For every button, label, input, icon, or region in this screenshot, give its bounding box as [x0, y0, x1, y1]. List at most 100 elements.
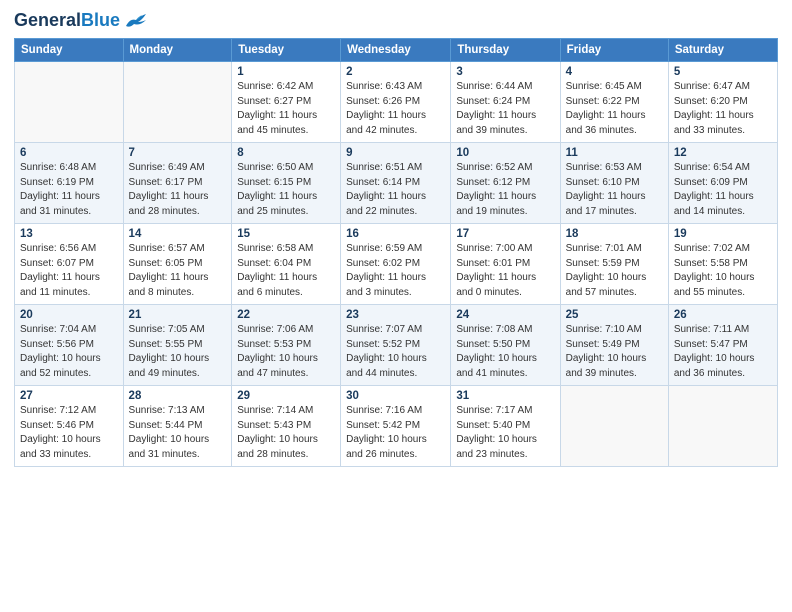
- logo-bird-icon: [122, 10, 150, 32]
- calendar-cell: 29 Sunrise: 7:14 AMSunset: 5:43 PMDayligh…: [232, 386, 341, 467]
- day-info: Sunrise: 7:07 AMSunset: 5:52 PMDaylight:…: [346, 323, 445, 381]
- calendar-cell: 16Sunrise: 6:59 AMSunset: 6:02 PMDayligh…: [341, 224, 451, 305]
- day-info: Sunrise: 6:45 AMSunset: 6:22 PMDaylight:…: [566, 80, 663, 138]
- weekday-header-tuesday: Tuesday: [232, 39, 341, 62]
- calendar-cell: 10 Sunrise: 6:52 AMSunset: 6:12 PMDayligh…: [451, 143, 560, 224]
- day-number: 1: [237, 66, 335, 78]
- day-info: Sunrise: 6:42 AMSunset: 6:27 PMDaylight:…: [237, 80, 335, 138]
- day-info: Sunrise: 7:05 AMSunset: 5:55 PMDaylight:…: [129, 323, 227, 381]
- day-number: 14: [129, 228, 227, 240]
- calendar-cell: 1 Sunrise: 6:42 AMSunset: 6:27 PMDaylight…: [232, 62, 341, 143]
- day-number: 20: [20, 309, 118, 321]
- day-number: 28: [129, 390, 227, 402]
- day-number: 2: [346, 66, 445, 78]
- day-number: 5: [674, 66, 772, 78]
- day-number: 19: [674, 228, 772, 240]
- day-info: Sunrise: 6:50 AMSunset: 6:15 PMDaylight:…: [237, 161, 335, 219]
- day-info: Sunrise: 6:58 AMSunset: 6:04 PMDaylight:…: [237, 242, 335, 300]
- calendar-cell: 22Sunrise: 7:06 AMSunset: 5:53 PMDayligh…: [232, 305, 341, 386]
- day-number: 26: [674, 309, 772, 321]
- day-info: Sunrise: 7:00 AMSunset: 6:01 PMDaylight:…: [456, 242, 554, 300]
- calendar-table: SundayMondayTuesdayWednesdayThursdayFrid…: [14, 38, 778, 467]
- calendar-cell: 5 Sunrise: 6:47 AMSunset: 6:20 PMDaylight…: [668, 62, 777, 143]
- day-number: 15: [237, 228, 335, 240]
- day-info: Sunrise: 7:04 AMSunset: 5:56 PMDaylight:…: [20, 323, 118, 381]
- day-info: Sunrise: 7:06 AMSunset: 5:53 PMDaylight:…: [237, 323, 335, 381]
- day-number: 4: [566, 66, 663, 78]
- day-info: Sunrise: 7:01 AMSunset: 5:59 PMDaylight:…: [566, 242, 663, 300]
- day-info: Sunrise: 6:52 AMSunset: 6:12 PMDaylight:…: [456, 161, 554, 219]
- weekday-header-row: SundayMondayTuesdayWednesdayThursdayFrid…: [15, 39, 778, 62]
- calendar-cell: 23 Sunrise: 7:07 AMSunset: 5:52 PMDayligh…: [341, 305, 451, 386]
- calendar-cell: 12Sunrise: 6:54 AMSunset: 6:09 PMDayligh…: [668, 143, 777, 224]
- calendar-cell: 13Sunrise: 6:56 AMSunset: 6:07 PMDayligh…: [15, 224, 124, 305]
- calendar-cell: 31 Sunrise: 7:17 AMSunset: 5:40 PMDayligh…: [451, 386, 560, 467]
- calendar-cell: 2 Sunrise: 6:43 AMSunset: 6:26 PMDaylight…: [341, 62, 451, 143]
- page: GeneralBlue SundayMondayTuesdayWednesday…: [0, 0, 792, 612]
- calendar-cell: 8 Sunrise: 6:50 AMSunset: 6:15 PMDaylight…: [232, 143, 341, 224]
- day-info: Sunrise: 6:49 AMSunset: 6:17 PMDaylight:…: [129, 161, 227, 219]
- day-number: 17: [456, 228, 554, 240]
- calendar-cell: 26 Sunrise: 7:11 AMSunset: 5:47 PMDayligh…: [668, 305, 777, 386]
- day-info: Sunrise: 7:10 AMSunset: 5:49 PMDaylight:…: [566, 323, 663, 381]
- day-info: Sunrise: 7:16 AMSunset: 5:42 PMDaylight:…: [346, 404, 445, 462]
- week-row-4: 20 Sunrise: 7:04 AMSunset: 5:56 PMDayligh…: [15, 305, 778, 386]
- calendar-cell: [668, 386, 777, 467]
- week-row-3: 13Sunrise: 6:56 AMSunset: 6:07 PMDayligh…: [15, 224, 778, 305]
- day-info: Sunrise: 6:56 AMSunset: 6:07 PMDaylight:…: [20, 242, 118, 300]
- logo-text: GeneralBlue: [14, 11, 120, 31]
- day-info: Sunrise: 6:48 AMSunset: 6:19 PMDaylight:…: [20, 161, 118, 219]
- calendar-cell: 3 Sunrise: 6:44 AMSunset: 6:24 PMDaylight…: [451, 62, 560, 143]
- day-number: 30: [346, 390, 445, 402]
- calendar-cell: 20 Sunrise: 7:04 AMSunset: 5:56 PMDayligh…: [15, 305, 124, 386]
- calendar-cell: 14Sunrise: 6:57 AMSunset: 6:05 PMDayligh…: [123, 224, 232, 305]
- day-number: 8: [237, 147, 335, 159]
- day-number: 29: [237, 390, 335, 402]
- calendar-cell: 27Sunrise: 7:12 AMSunset: 5:46 PMDayligh…: [15, 386, 124, 467]
- calendar-cell: 17 Sunrise: 7:00 AMSunset: 6:01 PMDayligh…: [451, 224, 560, 305]
- day-number: 21: [129, 309, 227, 321]
- day-number: 3: [456, 66, 554, 78]
- day-number: 16: [346, 228, 445, 240]
- day-number: 18: [566, 228, 663, 240]
- calendar-cell: 25 Sunrise: 7:10 AMSunset: 5:49 PMDayligh…: [560, 305, 668, 386]
- calendar-cell: 9 Sunrise: 6:51 AMSunset: 6:14 PMDaylight…: [341, 143, 451, 224]
- weekday-header-saturday: Saturday: [668, 39, 777, 62]
- weekday-header-thursday: Thursday: [451, 39, 560, 62]
- weekday-header-sunday: Sunday: [15, 39, 124, 62]
- day-number: 24: [456, 309, 554, 321]
- calendar-cell: 15 Sunrise: 6:58 AMSunset: 6:04 PMDayligh…: [232, 224, 341, 305]
- calendar-cell: 11 Sunrise: 6:53 AMSunset: 6:10 PMDayligh…: [560, 143, 668, 224]
- day-info: Sunrise: 7:08 AMSunset: 5:50 PMDaylight:…: [456, 323, 554, 381]
- day-number: 10: [456, 147, 554, 159]
- day-number: 6: [20, 147, 118, 159]
- day-info: Sunrise: 6:51 AMSunset: 6:14 PMDaylight:…: [346, 161, 445, 219]
- day-number: 7: [129, 147, 227, 159]
- day-info: Sunrise: 7:17 AMSunset: 5:40 PMDaylight:…: [456, 404, 554, 462]
- day-info: Sunrise: 6:43 AMSunset: 6:26 PMDaylight:…: [346, 80, 445, 138]
- week-row-5: 27Sunrise: 7:12 AMSunset: 5:46 PMDayligh…: [15, 386, 778, 467]
- day-number: 25: [566, 309, 663, 321]
- day-info: Sunrise: 6:47 AMSunset: 6:20 PMDaylight:…: [674, 80, 772, 138]
- calendar-cell: 18 Sunrise: 7:01 AMSunset: 5:59 PMDayligh…: [560, 224, 668, 305]
- calendar-cell: 30 Sunrise: 7:16 AMSunset: 5:42 PMDayligh…: [341, 386, 451, 467]
- day-info: Sunrise: 6:44 AMSunset: 6:24 PMDaylight:…: [456, 80, 554, 138]
- weekday-header-wednesday: Wednesday: [341, 39, 451, 62]
- day-info: Sunrise: 6:53 AMSunset: 6:10 PMDaylight:…: [566, 161, 663, 219]
- day-number: 9: [346, 147, 445, 159]
- calendar-cell: 19Sunrise: 7:02 AMSunset: 5:58 PMDayligh…: [668, 224, 777, 305]
- day-number: 27: [20, 390, 118, 402]
- calendar-cell: [123, 62, 232, 143]
- weekday-header-friday: Friday: [560, 39, 668, 62]
- day-number: 23: [346, 309, 445, 321]
- week-row-1: 1 Sunrise: 6:42 AMSunset: 6:27 PMDaylight…: [15, 62, 778, 143]
- day-number: 11: [566, 147, 663, 159]
- day-info: Sunrise: 7:14 AMSunset: 5:43 PMDaylight:…: [237, 404, 335, 462]
- calendar-cell: 6 Sunrise: 6:48 AMSunset: 6:19 PMDaylight…: [15, 143, 124, 224]
- week-row-2: 6 Sunrise: 6:48 AMSunset: 6:19 PMDaylight…: [15, 143, 778, 224]
- day-info: Sunrise: 7:11 AMSunset: 5:47 PMDaylight:…: [674, 323, 772, 381]
- day-number: 31: [456, 390, 554, 402]
- calendar-cell: [15, 62, 124, 143]
- calendar-cell: 28Sunrise: 7:13 AMSunset: 5:44 PMDayligh…: [123, 386, 232, 467]
- weekday-header-monday: Monday: [123, 39, 232, 62]
